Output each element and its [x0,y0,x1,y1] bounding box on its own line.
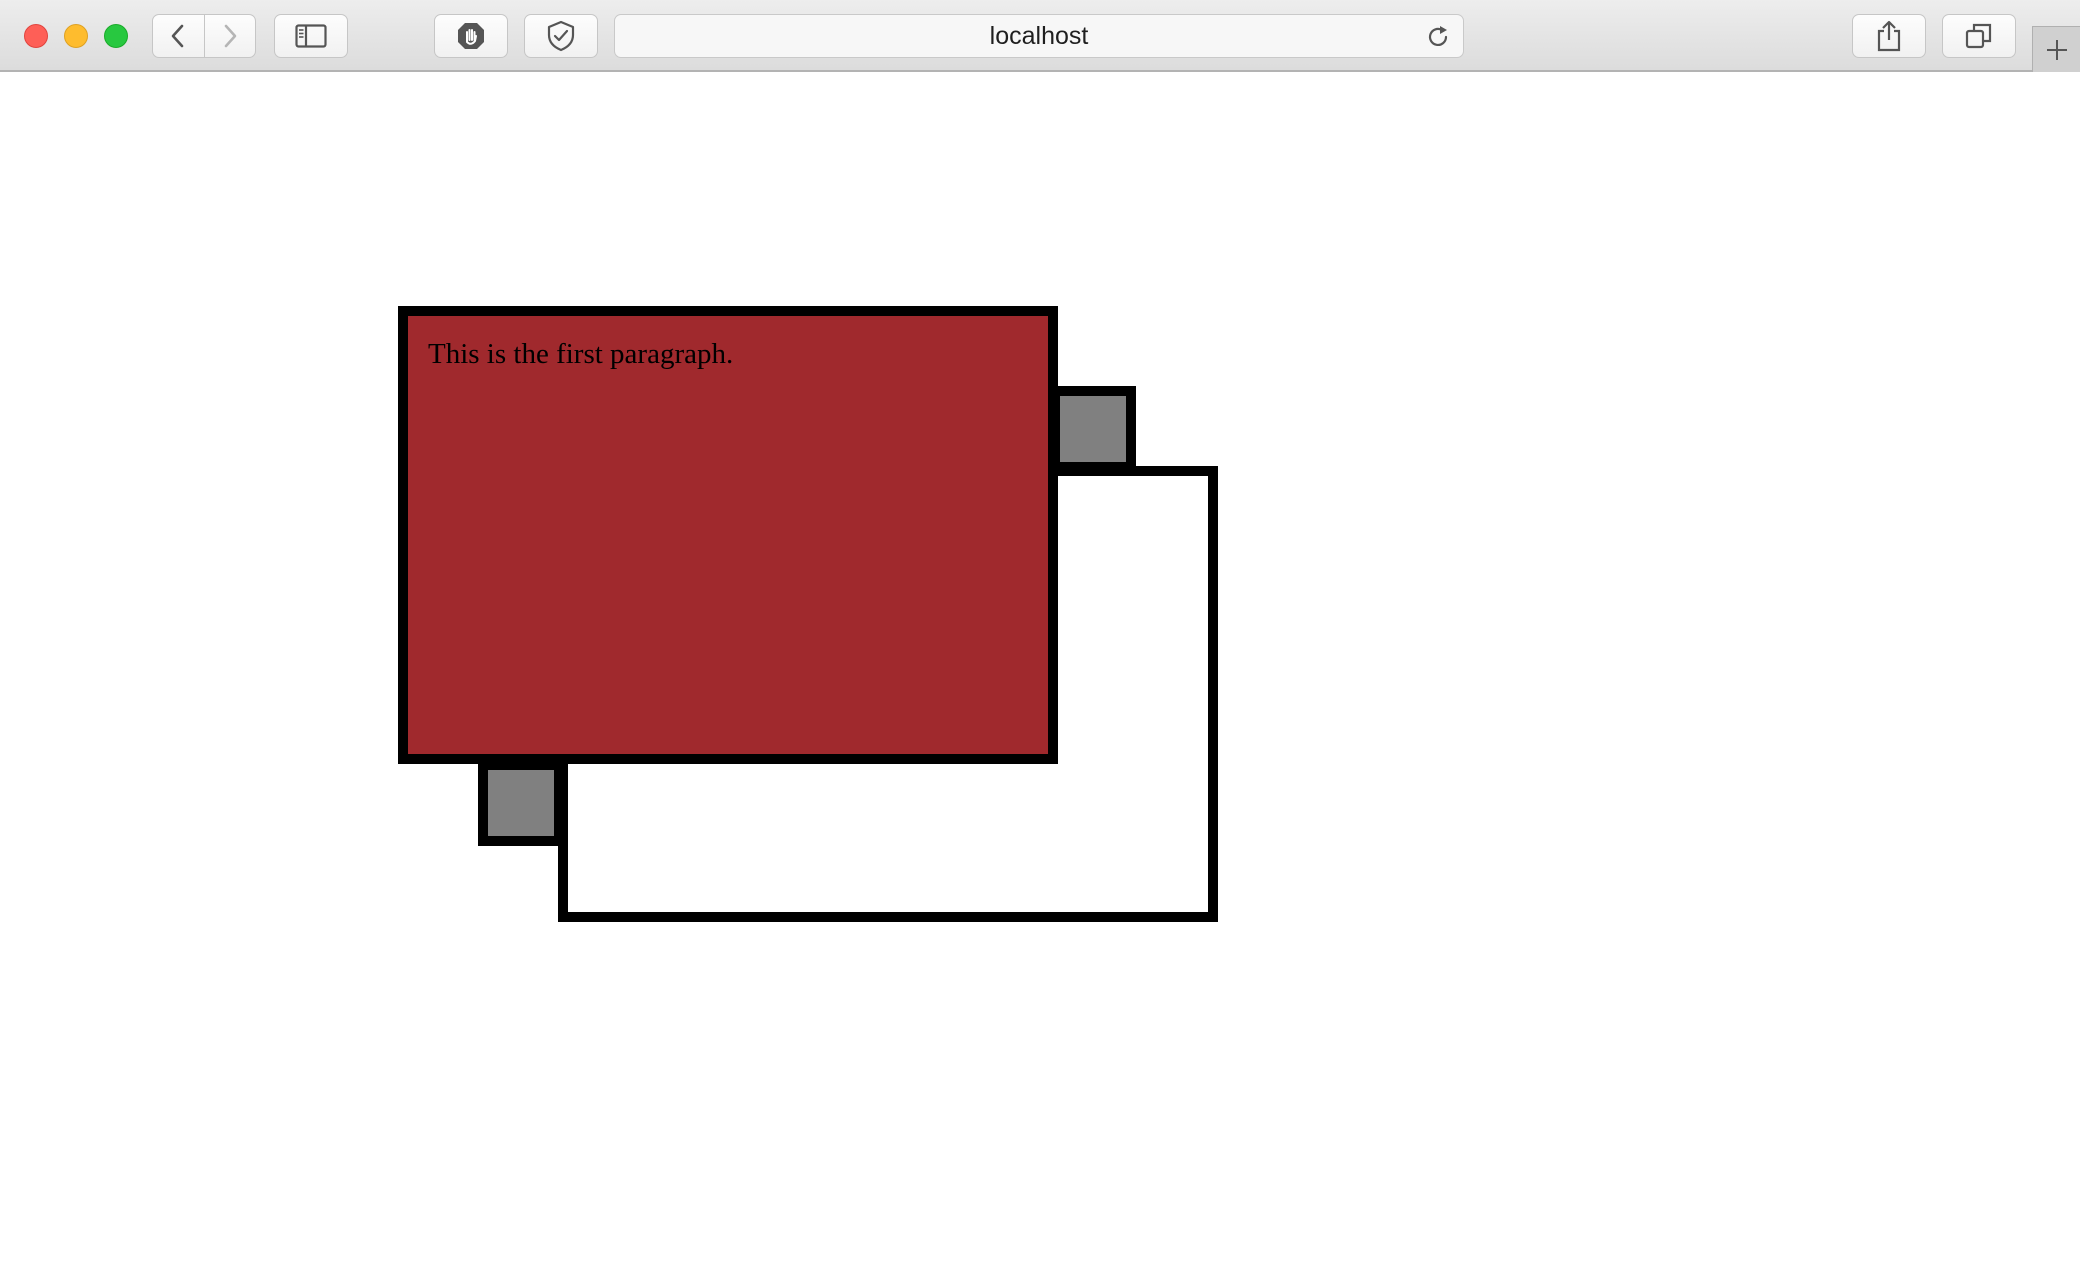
share-button[interactable] [1852,14,1926,58]
reload-icon[interactable] [1425,24,1451,50]
browser-toolbar: localhost [0,0,2080,72]
red-paragraph-box: This is the first paragraph. [398,306,1058,764]
back-button[interactable] [153,15,204,57]
tabs-icon [1965,23,1992,49]
first-paragraph: This is the first paragraph. [428,338,734,370]
gray-square-top-right [1050,386,1136,472]
hand-icon [458,23,484,49]
privacy-report-button[interactable] [434,14,508,58]
history-navigation [152,14,256,58]
gray-square-bottom-left [478,760,564,846]
chevron-left-icon [171,24,184,48]
close-window-button[interactable] [24,24,48,48]
chevron-right-icon [224,24,237,48]
sidebar-icon [295,24,327,48]
tab-overview-button[interactable] [1942,14,2016,58]
browser-window: localhost This is the first paragraph. [0,0,2080,1284]
sidebar-button[interactable] [274,14,348,58]
zoom-window-button[interactable] [104,24,128,48]
shield-button[interactable] [524,14,598,58]
share-icon [1877,20,1901,52]
shield-icon [547,20,575,52]
address-bar[interactable]: localhost [614,14,1464,58]
new-tab-button[interactable] [2032,26,2080,72]
minimize-window-button[interactable] [64,24,88,48]
forward-button[interactable] [203,15,256,57]
page-content: This is the first paragraph. [0,72,2080,1284]
address-url: localhost [989,21,1089,50]
plus-icon [2046,39,2067,60]
